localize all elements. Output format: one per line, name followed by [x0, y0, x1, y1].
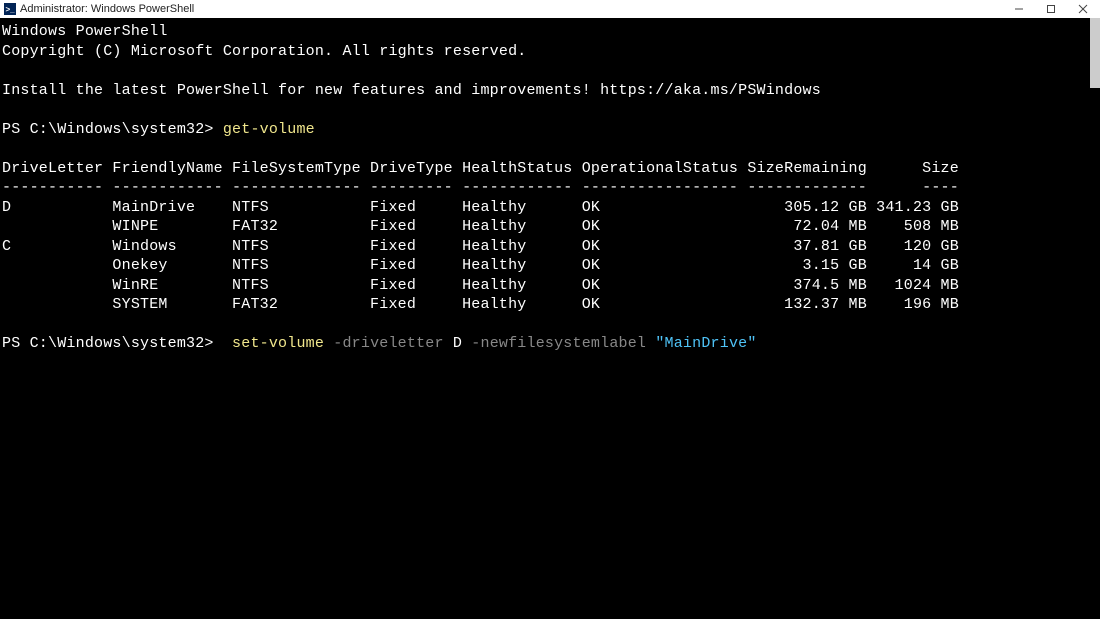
scrollbar-thumb[interactable] [1090, 18, 1100, 88]
param-newfilesystemlabel: -newfilesystemlabel [462, 335, 646, 352]
install-message: Install the latest PowerShell for new fe… [2, 82, 821, 99]
ps-header-2: Copyright (C) Microsoft Corporation. All… [2, 43, 526, 60]
powershell-icon: >_ [4, 3, 16, 15]
volume-table: DriveLetter FriendlyName FileSystemType … [2, 160, 959, 314]
param-driveletter: -driveletter [324, 335, 444, 352]
prompt-1: PS C:\Windows\system32> [2, 121, 223, 138]
window-title: Administrator: Windows PowerShell [20, 3, 194, 15]
command-set-volume: set-volume [232, 335, 324, 352]
value-newfilesystemlabel: "MainDrive" [646, 335, 756, 352]
window-titlebar: >_ Administrator: Windows PowerShell [0, 0, 1100, 18]
titlebar-left: >_ Administrator: Windows PowerShell [4, 3, 194, 15]
value-driveletter: D [444, 335, 462, 352]
ps-header-1: Windows PowerShell [2, 23, 168, 40]
terminal-content[interactable]: Windows PowerShell Copyright (C) Microso… [0, 18, 1100, 358]
close-button[interactable] [1076, 2, 1090, 16]
window-controls [1012, 2, 1090, 16]
minimize-button[interactable] [1012, 2, 1026, 16]
prompt-2: PS C:\Windows\system32> [2, 335, 232, 352]
maximize-button[interactable] [1044, 2, 1058, 16]
command-get-volume: get-volume [223, 121, 315, 138]
